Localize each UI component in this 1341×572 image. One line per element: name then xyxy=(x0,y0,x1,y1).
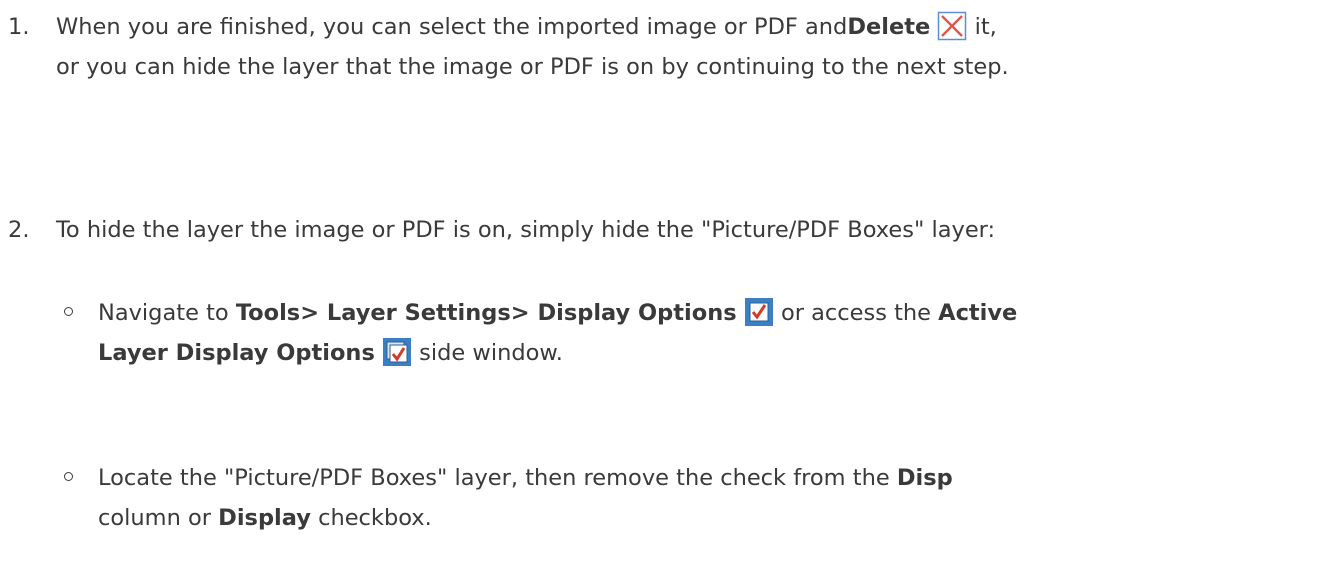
column-text: column or xyxy=(98,505,219,531)
checkbox-text: checkbox. xyxy=(310,505,432,531)
navigate-text: Navigate to xyxy=(98,300,236,326)
display-options-checkbox-icon xyxy=(744,297,774,327)
sub-step-navigate: Navigate to Tools> Layer Settings> Displ… xyxy=(64,293,1324,373)
delete-x-icon xyxy=(937,11,967,41)
step-number: 1. xyxy=(8,14,30,40)
display-label: Display xyxy=(218,505,311,531)
step-1-line-2: or you can hide the layer that the image… xyxy=(56,54,1009,80)
sub-step-locate: Locate the "Picture/PDF Boxes" layer, th… xyxy=(64,458,1324,538)
bullet-icon xyxy=(64,307,73,316)
delete-label: Delete xyxy=(847,14,931,40)
sub-step-text: Locate the "Picture/PDF Boxes" layer, th… xyxy=(64,458,1324,538)
step-2-text: To hide the layer the image or PDF is on… xyxy=(56,217,996,243)
step-2: 2. To hide the layer the image or PDF is … xyxy=(8,210,1333,250)
active-label: Active xyxy=(938,300,1018,326)
disp-label: Disp xyxy=(896,465,953,491)
menu-path: Tools> Layer Settings> Display Options xyxy=(235,300,737,326)
side-window-text: side window. xyxy=(419,340,563,366)
step-1-text: When you are finished, you can select th… xyxy=(56,14,848,40)
step-1-text-after: it, xyxy=(967,14,997,40)
bullet-icon xyxy=(64,472,73,481)
step-number: 2. xyxy=(8,217,30,243)
layer-display-options-label: Layer Display Options xyxy=(98,340,375,366)
step-1: 1. When you are finished, you can select … xyxy=(8,7,1333,87)
or-text: or access the xyxy=(780,300,939,326)
active-layer-display-options-icon xyxy=(382,337,412,367)
locate-text: Locate the "Picture/PDF Boxes" layer, th… xyxy=(98,465,897,491)
sub-step-text: Navigate to Tools> Layer Settings> Displ… xyxy=(64,293,1324,373)
